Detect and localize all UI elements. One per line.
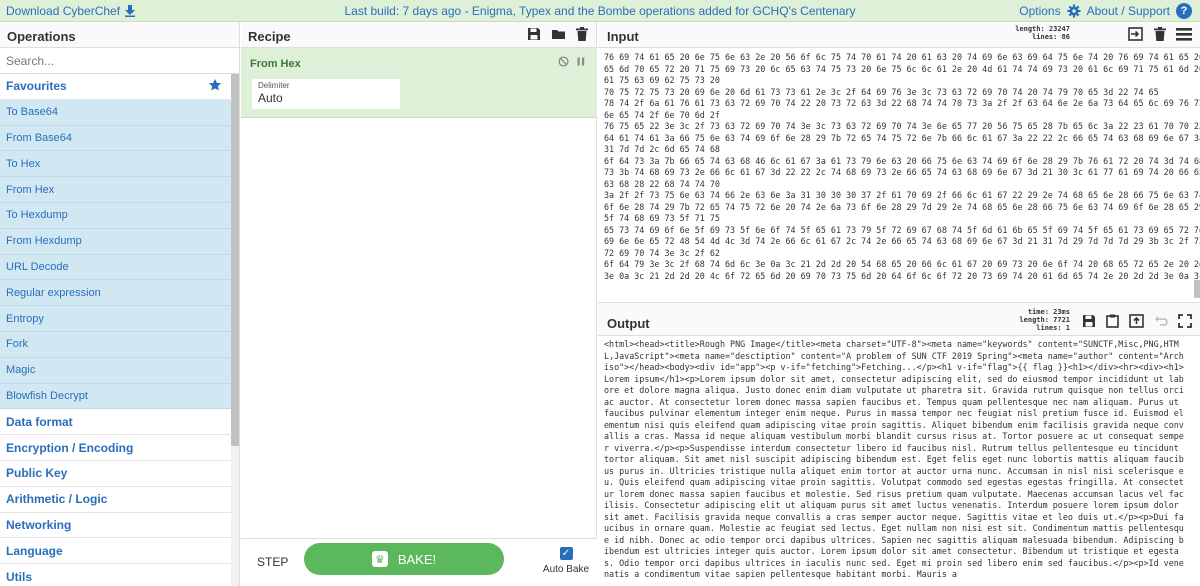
op-to-hexdump[interactable]: To Hexdump [0,202,232,229]
bake-button[interactable]: ♛ BAKE! [304,543,504,575]
operations-search-input[interactable]: Search... [0,48,239,74]
operations-scrollbar[interactable] [231,74,239,446]
output-length: length: 7721 [1019,316,1070,324]
top-banner: Download CyberChef Last build: 7 days ag… [0,0,1200,22]
op-entropy[interactable]: Entropy [0,306,232,332]
reset-layout-icon[interactable] [1176,27,1192,41]
operations-panel: Operations Search... Favourites To Base6… [0,22,240,586]
disable-icon[interactable] [558,56,569,67]
about-support-link[interactable]: About / Support [1087,4,1170,18]
folder-icon[interactable] [551,27,566,41]
op-from-base64[interactable]: From Base64 [0,125,232,152]
category-language[interactable]: Language [0,538,232,565]
last-build-link[interactable]: Last build: 7 days ago - Enigma, Typex a… [344,4,855,18]
input-line[interactable]: 3e 0a 3c 21 2d 2d 20 4c 6f 72 65 6d 20 6… [604,271,1200,283]
load-file-icon[interactable] [1128,27,1144,41]
output-time: time: 23ms [1027,308,1070,316]
input-line[interactable]: 65 6d 70 65 72 20 71 75 69 73 20 6c 65 6… [604,64,1200,76]
input-line[interactable]: 72 69 70 74 3e 3c 2f 62 [604,248,1194,260]
category-encryption-encoding[interactable]: Encryption / Encoding [0,435,232,461]
auto-bake-toggle[interactable]: ✓ Auto Bake [541,547,591,575]
input-header: Input length: 23247 lines: 86 [598,22,1200,48]
download-label[interactable]: Download CyberChef [6,4,120,18]
op-to-base64[interactable]: To Base64 [0,99,232,126]
recipe-controls: STEP ♛ BAKE! ✓ Auto Bake [241,538,597,586]
category-networking[interactable]: Networking [0,513,232,539]
op-blowfish-decrypt[interactable]: Blowfish Decrypt [0,383,232,410]
op-fork[interactable]: Fork [0,331,232,358]
recipe-panel: Recipe From Hex Delimiter Auto STEP ♛ BA… [241,22,597,586]
help-icon[interactable]: ? [1176,3,1192,19]
category-label[interactable]: Favourites [6,79,67,93]
op-from-hex[interactable]: From Hex [0,177,232,203]
op-from-hexdump[interactable]: From Hexdump [0,228,232,255]
category-utils[interactable]: Utils [0,564,232,586]
input-line[interactable]: 3a 2f 2f 73 75 6e 63 74 66 2e 63 6e 3a 3… [604,190,1200,202]
input-textarea[interactable]: 76 69 74 61 65 20 6e 75 6e 63 2e 20 56 6… [598,48,1200,324]
input-line[interactable]: 6f 64 73 3a 7b 66 65 74 63 68 46 6c 61 6… [604,156,1200,168]
bake-label: BAKE! [397,551,437,567]
input-line[interactable]: 64 61 74 61 3a 66 75 6e 63 74 69 6f 6e 2… [604,133,1200,145]
input-line[interactable]: 31 7d 7d 2c 6d 65 74 68 [604,144,1194,156]
input-line[interactable]: 63 68 28 22 68 74 74 70 [604,179,1194,191]
input-line[interactable]: 76 69 74 61 65 20 6e 75 6e 63 2e 20 56 6… [604,52,1200,64]
input-line[interactable]: 6f 6e 28 74 29 7b 72 65 74 75 72 6e 20 7… [604,202,1200,214]
chef-icon: ♛ [371,551,388,567]
input-title: Input [607,29,639,44]
input-line[interactable]: 78 74 2f 6a 61 76 61 73 63 72 69 70 74 2… [604,98,1200,110]
input-line[interactable]: 65 73 74 69 6f 6e 5f 69 73 5f 6e 6f 74 5… [604,225,1200,237]
star-icon[interactable] [208,78,222,92]
output-stats: time: 23ms length: 7721 lines: 1 [1019,308,1070,332]
op-regular-expression[interactable]: Regular expression [0,280,232,307]
auto-bake-label: Auto Bake [542,564,590,575]
output-header: Output time: 23ms length: 7721 lines: 1 [598,302,1200,336]
op-to-hex[interactable]: To Hex [0,151,232,178]
maximise-icon[interactable] [1178,314,1192,328]
category-arithmetic-logic[interactable]: Arithmetic / Logic [0,487,232,513]
step-button[interactable]: STEP [257,555,288,569]
download-link[interactable]: Download CyberChef [6,4,136,18]
pause-icon[interactable] [577,57,585,66]
operations-title: Operations [0,22,239,48]
input-stats: length: 23247 lines: 86 [1015,25,1070,41]
options-link[interactable]: Options [1019,4,1060,18]
auto-bake-checkbox[interactable]: ✓ [559,547,573,560]
category-data-format[interactable]: Data format [0,409,232,436]
download-icon[interactable] [125,5,136,17]
delimiter-select[interactable]: Delimiter Auto [252,79,400,109]
input-line[interactable]: 70 75 72 75 73 20 69 6e 20 6d 61 73 73 6… [604,87,1194,99]
input-line[interactable]: 61 75 63 69 62 75 73 20 [604,75,1194,87]
trash-icon[interactable] [576,27,588,41]
category-public-key[interactable]: Public Key [0,461,232,487]
input-line[interactable]: 6f 64 79 3e 3c 2f 68 74 6d 6c 3e 0a 3c 2… [604,259,1200,271]
output-textarea[interactable]: <html><head><title>Rough PNG Image</titl… [598,336,1194,584]
category-favourites[interactable]: Favourites [0,74,232,100]
input-scrollbar[interactable] [1194,280,1200,298]
input-line[interactable]: 5f 74 68 69 73 5f 71 75 [604,213,1194,225]
input-line[interactable]: 6e 65 74 2f 6e 70 6d 2f [604,110,1194,122]
op-magic[interactable]: Magic [0,357,232,384]
clear-input-icon[interactable] [1154,27,1166,41]
op-url-decode[interactable]: URL Decode [0,254,232,281]
input-line[interactable]: 76 75 65 22 3e 3c 2f 73 63 72 69 70 74 3… [604,121,1200,133]
io-panel: Input length: 23247 lines: 86 76 69 74 6… [598,22,1200,586]
output-title: Output [607,316,650,331]
input-line[interactable]: 73 3b 74 68 69 73 2e 66 6c 61 67 3d 22 2… [604,167,1200,179]
copy-output-icon[interactable] [1106,314,1119,328]
move-output-to-input-icon[interactable] [1129,314,1144,328]
recipe-title: Recipe [248,29,291,44]
recipe-op-from-hex[interactable]: From Hex Delimiter Auto [241,48,597,118]
input-lines: lines: 86 [1032,33,1070,41]
input-length: length: 23247 [1015,25,1070,33]
delimiter-value[interactable]: Auto [258,91,394,105]
save-output-icon[interactable] [1082,314,1096,328]
recipe-header: Recipe [241,22,596,48]
undo-icon[interactable] [1154,314,1168,328]
input-line[interactable]: 69 6e 6e 65 72 48 54 4d 4c 3d 74 2e 66 6… [604,236,1200,248]
gear-icon[interactable] [1067,4,1081,18]
output-lines: lines: 1 [1036,324,1070,332]
recipe-op-name: From Hex [250,58,301,70]
save-icon[interactable] [527,27,541,41]
delimiter-label: Delimiter [258,81,290,90]
